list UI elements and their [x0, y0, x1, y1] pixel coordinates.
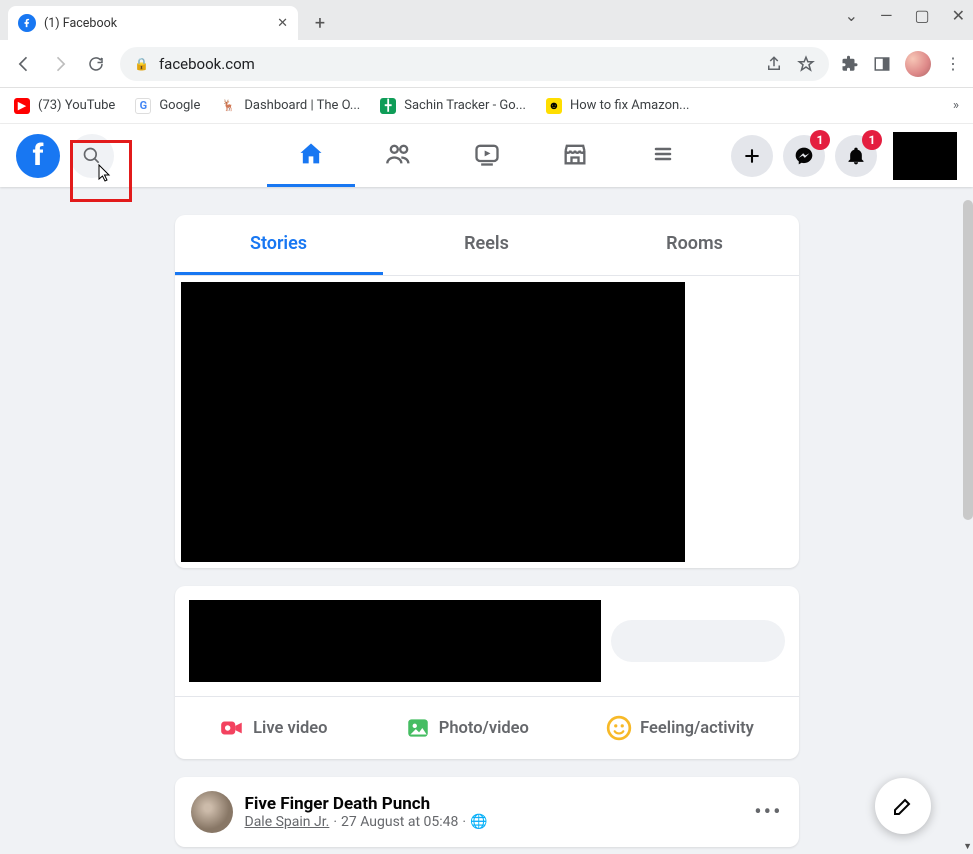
browser-tab[interactable]: (1) Facebook ✕ — [8, 6, 298, 40]
photo-video-button[interactable]: Photo/video — [395, 707, 539, 749]
video-camera-icon — [219, 715, 245, 741]
bell-icon — [846, 146, 866, 166]
browser-toolbar: 🔒 facebook.com ⋮ — [0, 40, 973, 88]
back-button[interactable] — [12, 52, 36, 76]
tab-title: (1) Facebook — [44, 16, 269, 31]
composer-redacted[interactable] — [189, 600, 601, 682]
feeling-activity-button[interactable]: Feeling/activity — [596, 707, 764, 749]
minimize-icon[interactable]: — — [880, 6, 893, 25]
scrollbar-thumb[interactable] — [963, 200, 973, 520]
messenger-button[interactable]: 1 — [783, 135, 825, 177]
post-author[interactable]: Dale Spain Jr. — [245, 814, 330, 830]
create-button[interactable] — [731, 135, 773, 177]
bookmark-dashboard[interactable]: 🦌Dashboard | The O... — [220, 98, 360, 114]
extensions-icon[interactable] — [841, 55, 859, 73]
composer-input[interactable] — [611, 620, 785, 662]
tab-rooms[interactable]: Rooms — [591, 215, 799, 275]
tab-reels[interactable]: Reels — [383, 215, 591, 275]
search-button[interactable] — [70, 134, 114, 178]
nav-watch[interactable] — [443, 124, 531, 187]
nav-friends[interactable] — [355, 124, 443, 187]
search-icon — [82, 146, 102, 166]
globe-icon: 🌐 — [470, 814, 487, 830]
new-tab-button[interactable]: + — [306, 9, 334, 37]
maximize-icon[interactable]: ▢ — [914, 6, 929, 25]
stories-card: Stories Reels Rooms — [175, 215, 799, 568]
notifications-button[interactable]: 1 — [835, 135, 877, 177]
composer-card: Live video Photo/video Feeling/activity — [175, 586, 799, 759]
messenger-badge: 1 — [810, 130, 830, 150]
facebook-header: f 1 1 — [0, 124, 973, 187]
compose-fab[interactable] — [875, 778, 931, 834]
bookmark-google[interactable]: GGoogle — [135, 98, 200, 114]
lock-icon: 🔒 — [134, 57, 149, 71]
feed-content: Stories Reels Rooms Live video Photo/vid… — [0, 187, 973, 854]
close-window-icon[interactable]: ✕ — [952, 6, 965, 25]
scrollbar-down-arrow[interactable]: ▼ — [963, 841, 972, 852]
smiley-icon — [606, 715, 632, 741]
close-tab-icon[interactable]: ✕ — [277, 16, 288, 31]
url-text: facebook.com — [159, 55, 255, 73]
post-timestamp: 27 August at 05:48 — [341, 814, 458, 830]
side-panel-icon[interactable] — [873, 55, 891, 73]
nav-home[interactable] — [267, 124, 355, 187]
facebook-logo[interactable]: f — [16, 134, 60, 178]
bookmark-star-icon[interactable] — [797, 55, 815, 73]
bookmark-amazon-fix[interactable]: ☻How to fix Amazon... — [546, 98, 690, 114]
window-controls: ⌄ — ▢ ✕ — [845, 6, 965, 25]
stories-tabs: Stories Reels Rooms — [175, 215, 799, 276]
stories-content[interactable] — [181, 282, 685, 562]
browser-tabstrip: (1) Facebook ✕ + ⌄ — ▢ ✕ — [0, 0, 973, 40]
tab-stories[interactable]: Stories — [175, 215, 383, 275]
nav-marketplace[interactable] — [531, 124, 619, 187]
forward-button — [48, 52, 72, 76]
post-menu-button[interactable]: ••• — [754, 800, 782, 825]
nav-menu[interactable] — [619, 124, 707, 187]
address-bar[interactable]: 🔒 facebook.com — [120, 47, 829, 81]
photo-icon — [405, 715, 431, 741]
chevron-down-icon[interactable]: ⌄ — [845, 6, 858, 25]
header-right: 1 1 — [731, 132, 957, 180]
profile-picture[interactable] — [893, 132, 957, 180]
post-page-name[interactable]: Five Finger Death Punch — [245, 794, 488, 814]
chrome-profile-avatar[interactable] — [905, 51, 931, 77]
plus-icon — [742, 146, 762, 166]
bookmark-youtube[interactable]: ▶(73) YouTube — [14, 98, 115, 114]
facebook-favicon — [18, 14, 36, 32]
notifications-badge: 1 — [862, 130, 882, 150]
bookmark-sachin-tracker[interactable]: ╋Sachin Tracker - Go... — [380, 98, 526, 114]
chrome-menu-icon[interactable]: ⋮ — [945, 54, 961, 73]
live-video-button[interactable]: Live video — [209, 707, 337, 749]
messenger-icon — [794, 146, 814, 166]
edit-icon — [891, 794, 915, 818]
reload-button[interactable] — [84, 52, 108, 76]
bookmarks-bar: ▶(73) YouTube GGoogle 🦌Dashboard | The O… — [0, 88, 973, 124]
feed-post-card: Five Finger Death Punch Dale Spain Jr. ·… — [175, 777, 799, 847]
center-nav — [267, 124, 707, 187]
share-icon[interactable] — [765, 55, 783, 73]
bookmarks-overflow-icon[interactable]: » — [953, 98, 959, 113]
post-avatar[interactable] — [191, 791, 233, 833]
